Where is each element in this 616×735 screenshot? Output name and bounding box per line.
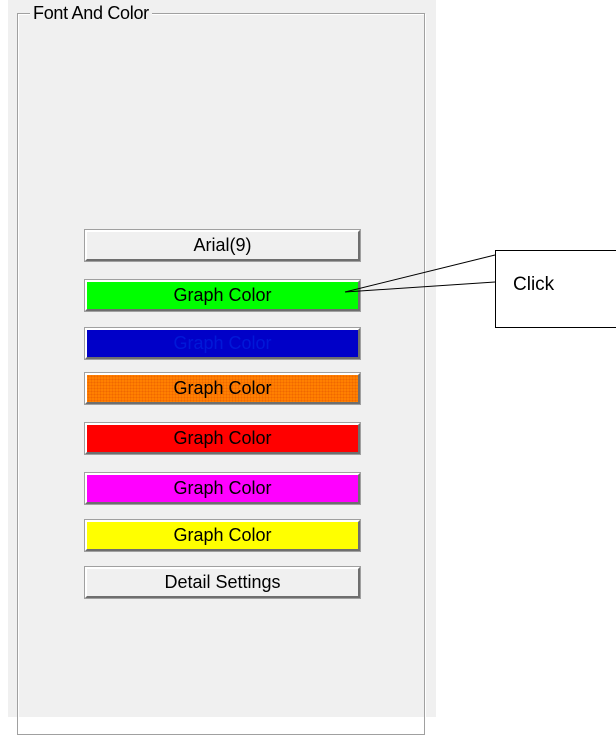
graph-color-label-green: Graph Color [173,285,272,305]
graph-color-label-red: Graph Color [173,428,272,448]
graph-color-label-blue: Graph Color [173,333,272,353]
font-button-label: Arial(9) [193,235,252,255]
detail-settings-button[interactable]: Detail Settings [84,566,361,599]
graph-color-button-yellow[interactable]: Graph Color [84,519,361,552]
graph-color-label-magenta: Graph Color [173,478,272,498]
graph-color-label-yellow: Graph Color [173,525,272,545]
graph-color-button-orange[interactable]: Graph Color [84,372,361,405]
graph-color-label-orange: Graph Color [173,378,272,398]
graph-color-button-blue[interactable]: Graph Color [84,327,361,360]
callout-text: Click [513,274,555,295]
detail-settings-label: Detail Settings [164,572,281,592]
graph-color-button-green[interactable]: Graph Color [84,279,361,312]
graph-color-button-red[interactable]: Graph Color [84,422,361,455]
graph-color-button-magenta[interactable]: Graph Color [84,472,361,505]
font-button[interactable]: Arial(9) [84,229,361,262]
groupbox-title: Font And Color [30,2,152,24]
